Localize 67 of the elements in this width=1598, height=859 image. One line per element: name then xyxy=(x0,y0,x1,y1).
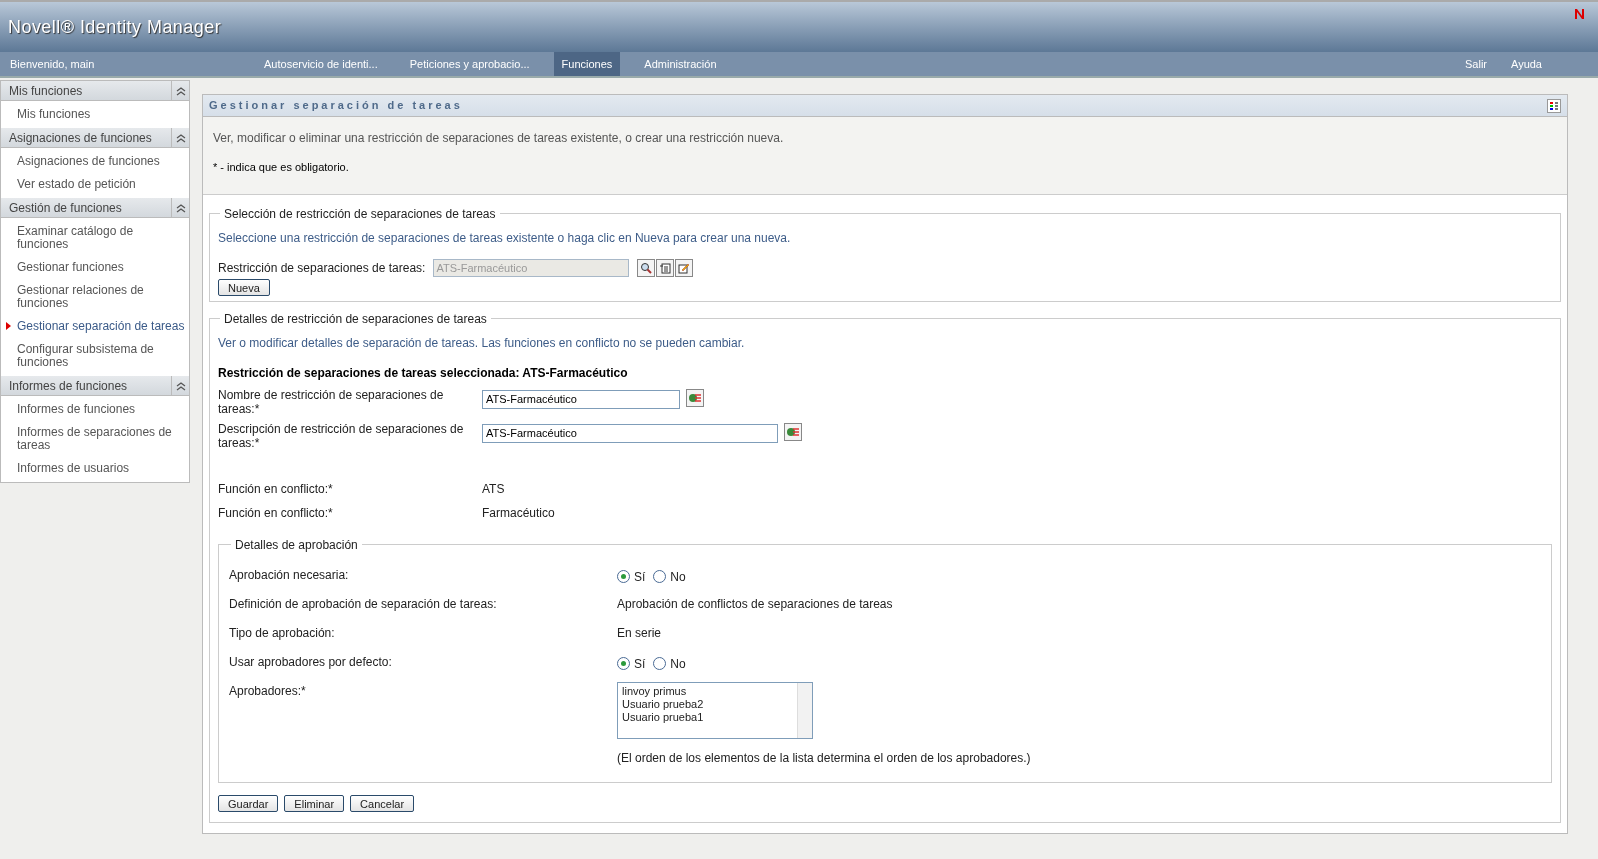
list-item[interactable]: Usuario prueba2 xyxy=(622,697,793,711)
sidebar-item[interactable]: Mis funciones xyxy=(1,103,189,126)
group-legend: Detalles de restricción de separaciones de tareas xyxy=(220,309,491,328)
field-label: Nombre de restricción de separaciones de tareas:* xyxy=(218,387,445,416)
radio-label: No xyxy=(670,655,686,673)
section-title: Asignaciones de funciones xyxy=(8,129,152,147)
radio-label: Sí xyxy=(634,568,646,586)
sidebar-item[interactable]: Gestionar relaciones de funciones xyxy=(1,279,189,315)
app-title: Novell® Identity Manager xyxy=(8,15,222,39)
field-label: Descripción de restricción de separaciones de tareas:* xyxy=(218,421,465,450)
field-value: ATS xyxy=(482,480,505,498)
text-field[interactable]: ATS-Farmacéutico xyxy=(482,389,680,409)
hint-text: Ver o modificar detalles de separación de tareas. Las funciones en conflicto no se pueden cambiar. xyxy=(218,334,746,352)
sidebar-item[interactable]: Asignaciones de funciones xyxy=(1,150,189,173)
sidebar-item[interactable]: Informes de usuarios xyxy=(1,457,189,480)
action-button[interactable]: Guardar xyxy=(218,794,279,812)
scrollbar[interactable] xyxy=(797,682,812,738)
field-label: Restricción de separaciones de tareas: xyxy=(218,259,426,277)
sidebar-item[interactable]: Informes de separaciones de tareas xyxy=(1,421,189,457)
layout-icon[interactable] xyxy=(1547,98,1561,113)
section-title: Gestión de funciones xyxy=(8,199,122,217)
radio-label: No xyxy=(670,568,686,586)
radio-button[interactable] xyxy=(653,657,667,670)
order-note: (El orden de los elementos de la lista determina el orden de los aprobadores.) xyxy=(617,749,1031,767)
action-button[interactable]: Eliminar xyxy=(284,794,345,812)
logo-icon xyxy=(1574,8,1586,20)
sidebar-item[interactable]: Gestionar separación de tareas xyxy=(1,315,189,338)
language-icon[interactable] xyxy=(784,422,802,441)
page-title: Gestionar separación de tareas xyxy=(209,98,463,114)
nav-tab[interactable]: Funciones xyxy=(553,52,621,76)
text-field[interactable]: ATS-Farmacéutico xyxy=(482,423,778,443)
hint-text: Seleccione una restricción de separaciones de tareas existente o haga clic en Nueva para crear una nueva. xyxy=(218,229,792,247)
action-button[interactable]: Cancelar xyxy=(350,794,415,812)
radio-button[interactable] xyxy=(653,570,667,583)
selected-heading: Restricción de separaciones de tareas seleccionada: ATS-Farmacéutico xyxy=(218,364,629,382)
welcome-text: Bienvenido, main xyxy=(9,56,96,72)
list-item[interactable]: Usuario prueba1 xyxy=(622,710,793,724)
field-label: Definición de aprobación de separación de tareas: xyxy=(229,595,498,613)
field-label: Función en conflicto:* xyxy=(218,504,334,522)
field-value: Farmacéutico xyxy=(482,504,555,522)
list-item[interactable]: linvoy primus xyxy=(622,684,793,698)
list-icon[interactable] xyxy=(656,258,675,277)
group-legend: Selección de restricción de separaciones de tareas xyxy=(220,204,500,223)
radio-label: Sí xyxy=(634,655,646,673)
required-note: * - indica que es obligatorio. xyxy=(213,160,350,175)
field-value: Aprobación de conflictos de separaciones de tareas xyxy=(617,595,893,613)
edit-icon[interactable] xyxy=(675,258,694,277)
section-title: Informes de funciones xyxy=(8,377,128,395)
field-label: Usar aprobadores por defecto: xyxy=(229,653,393,671)
search-icon[interactable] xyxy=(637,258,656,277)
sidebar-item[interactable]: Gestionar funciones xyxy=(1,256,189,279)
field-label: Función en conflicto:* xyxy=(218,480,334,498)
sidebar-item[interactable]: Informes de funciones xyxy=(1,398,189,421)
sidebar-item[interactable]: Ver estado de petición xyxy=(1,173,189,196)
field-label: Aprobadores:* xyxy=(229,682,307,700)
field-label: Tipo de aprobación: xyxy=(229,624,336,642)
section-title: Mis funciones xyxy=(8,82,83,100)
field-value: En serie xyxy=(617,624,662,642)
radio-button[interactable] xyxy=(617,657,630,670)
approvers-listbox[interactable]: linvoy primus Usuario prueba2 Usuario prueba1 xyxy=(617,681,813,739)
field-label: Aprobación necesaria: xyxy=(229,566,350,584)
language-icon[interactable] xyxy=(686,388,704,407)
group-legend: Detalles de aprobación xyxy=(231,535,362,554)
sidebar-item[interactable]: Examinar catálogo de funciones xyxy=(1,220,189,256)
intro-text: Ver, modificar o eliminar una restricción de separaciones de tareas existente, o crear una restricción nueva. xyxy=(213,130,785,147)
sidebar-item[interactable]: Configurar subsistema de funciones xyxy=(1,338,189,374)
radio-button[interactable] xyxy=(617,570,630,583)
